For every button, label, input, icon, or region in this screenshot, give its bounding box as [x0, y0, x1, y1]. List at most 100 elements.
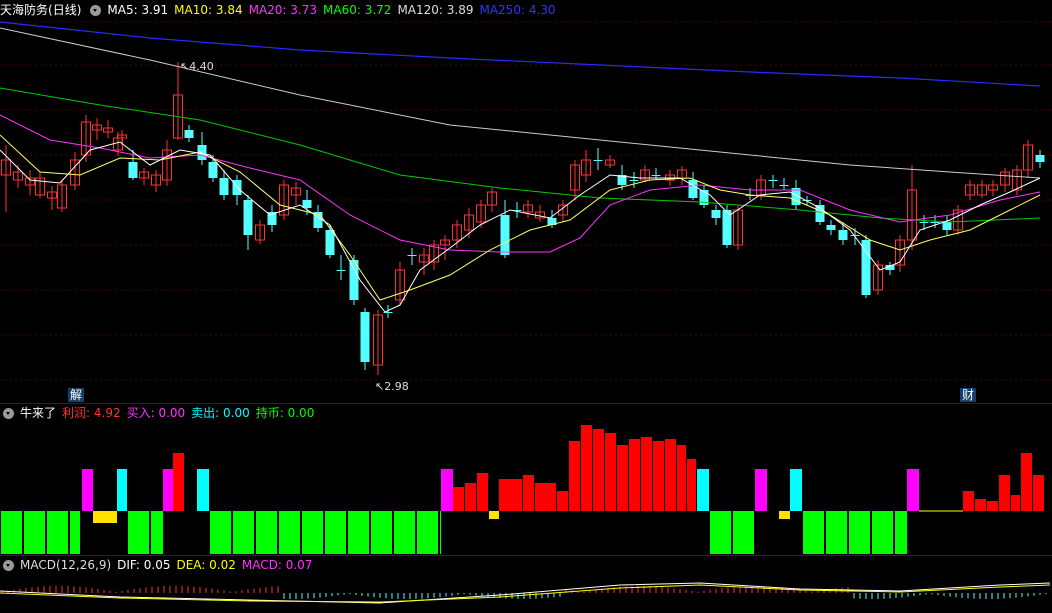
ma10-line [0, 134, 1041, 301]
profit-bar [653, 441, 664, 511]
hold-bar [302, 511, 323, 554]
macd-name: MACD(12,26,9) [20, 558, 112, 572]
event-marker-cai[interactable]: 财 [960, 388, 977, 402]
profit-bar [999, 475, 1010, 511]
profit-bar [593, 429, 604, 511]
stock-name: 天海防务 [0, 3, 49, 17]
high-price-label: ↖4.40 [180, 60, 214, 73]
profit-legend: 利润: 4.92 [62, 406, 121, 420]
profit-bar [569, 441, 580, 511]
candle-body [826, 225, 836, 230]
hold-bar [733, 511, 754, 554]
profit-bar [557, 491, 568, 511]
profit-bar [173, 453, 184, 511]
candle-body [942, 222, 952, 230]
hold-bar [128, 511, 149, 554]
macd-legend: MACD(12,26,9) DIF: 0.05 DEA: 0.02 MACD: … [0, 557, 318, 573]
hold-bar [348, 511, 369, 554]
hold-bar [256, 511, 277, 554]
hold-bar [233, 511, 254, 554]
profit-bar [523, 475, 534, 511]
sell-bar [197, 469, 209, 511]
hold-bar [803, 511, 824, 554]
sell-bar [790, 469, 802, 511]
hold-bar [895, 511, 907, 554]
candle-body [651, 175, 661, 176]
candle-body [407, 255, 417, 256]
profit-bar [617, 445, 628, 511]
event-marker-jie[interactable]: 解 [68, 388, 85, 402]
buy-legend: 买入: 0.00 [126, 406, 186, 420]
macd-panel[interactable]: MACD(12,26,9) DIF: 0.05 DEA: 0.02 MACD: … [0, 555, 1052, 613]
ma250-line [0, 21, 1041, 87]
profit-bar [677, 445, 686, 511]
dif-legend: DIF: 0.05 [117, 558, 171, 572]
candle-body [184, 130, 194, 138]
hold-bar [371, 511, 392, 554]
indicator-toggle-icon[interactable] [3, 407, 14, 419]
profit-bar [987, 501, 998, 511]
hold-bar [279, 511, 300, 554]
candle-body [930, 222, 940, 223]
profit-bar [477, 473, 488, 511]
candle-body [919, 222, 929, 223]
candle-body [779, 185, 789, 186]
hold-bar [24, 511, 45, 554]
sell-bar [697, 469, 709, 511]
ma5-legend: MA5: 3.91 [107, 3, 169, 17]
candle-body [336, 270, 346, 271]
candle-body [629, 180, 639, 181]
profit-bar [605, 433, 616, 511]
hold-bar [151, 511, 163, 554]
period-label: (日线) [48, 3, 82, 17]
hold-bar [872, 511, 893, 554]
hold-bar [325, 511, 346, 554]
buy-bar [82, 469, 93, 511]
neutral-bar [93, 511, 117, 523]
profit-bar [687, 459, 696, 511]
profit-bar [641, 437, 652, 511]
candle-body [128, 162, 138, 178]
kline-chart[interactable] [0, 0, 1052, 403]
kline-panel[interactable]: 天海防务 (日线) MA5: 3.91 MA10: 3.84 MA20: 3.7… [0, 0, 1052, 403]
hold-bar [394, 511, 415, 554]
legend-toggle-icon[interactable] [90, 4, 102, 16]
profit-bar [453, 487, 464, 511]
low-price-label: ↖2.98 [375, 380, 409, 393]
candle-body [208, 162, 218, 178]
hold-bar [440, 511, 441, 554]
profit-bar [1033, 475, 1044, 511]
indicator-name: 牛来了 [20, 406, 57, 420]
hold-bar [1, 511, 22, 554]
dea-legend: DEA: 0.02 [176, 558, 236, 572]
profit-bar [1021, 453, 1032, 511]
hold-bar [826, 511, 847, 554]
macd-value-legend: MACD: 0.07 [241, 558, 313, 572]
candle-body [838, 230, 848, 240]
profit-bar [1011, 495, 1020, 511]
candle-body [688, 180, 698, 198]
ma120-legend: MA120: 3.89 [397, 3, 474, 17]
hold-bar [210, 511, 231, 554]
candle-body [861, 240, 871, 295]
profit-bar [629, 439, 640, 511]
candle-body [500, 215, 510, 255]
profit-bar [975, 499, 986, 511]
profit-bar [581, 425, 592, 511]
indicator-panel[interactable]: 牛来了 利润: 4.92 买入: 0.00 卖出: 0.00 持币: 0.00 [0, 403, 1052, 555]
candle-body [219, 178, 229, 195]
ma20-legend: MA20: 3.73 [248, 3, 318, 17]
indicator-chart[interactable] [0, 403, 1052, 555]
neutral-bar [489, 511, 499, 519]
profit-bar [665, 439, 676, 511]
hold-bar [47, 511, 68, 554]
buy-bar [441, 469, 453, 511]
indicator-legend: 牛来了 利润: 4.92 买入: 0.00 卖出: 0.00 持币: 0.00 [0, 405, 320, 421]
macd-toggle-icon[interactable] [3, 559, 14, 571]
candle-body [325, 230, 335, 255]
neutral-bar [779, 511, 790, 519]
hold-legend: 持币: 0.00 [255, 406, 315, 420]
candle-body [711, 210, 721, 218]
buy-bar [907, 469, 919, 511]
profit-bar [465, 483, 476, 511]
